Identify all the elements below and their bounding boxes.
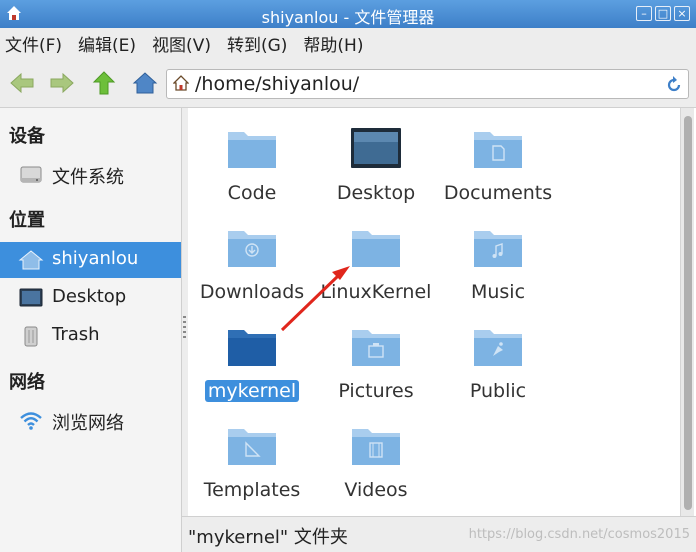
- documents-folder-icon: [474, 132, 522, 168]
- arrow-up-icon: [92, 71, 116, 95]
- file-item-videos[interactable]: Videos: [314, 409, 438, 505]
- file-name: mykernel: [204, 380, 300, 402]
- back-button[interactable]: [8, 69, 36, 97]
- up-button[interactable]: [90, 69, 118, 97]
- location-path[interactable]: /home/shiyanlou/: [195, 73, 359, 95]
- maximize-button[interactable]: □: [655, 6, 671, 21]
- menu-file[interactable]: 文件(F): [5, 31, 62, 56]
- file-item-desktop[interactable]: Desktop: [314, 112, 438, 208]
- music-folder-icon: [474, 231, 522, 267]
- sidebar-item-label: Trash: [52, 324, 100, 345]
- menu-go[interactable]: 转到(G): [227, 31, 287, 56]
- title-bar[interactable]: shiyanlou - 文件管理器 – □ ×: [0, 0, 696, 28]
- sidebar-item-trash[interactable]: Trash: [0, 318, 181, 354]
- file-name: Desktop: [336, 182, 416, 204]
- folder-icon: [352, 231, 400, 267]
- desktop-icon: [19, 288, 43, 307]
- menu-view[interactable]: 视图(V): [152, 31, 211, 56]
- file-item-mykernel[interactable]: mykernel: [190, 310, 314, 406]
- folder-icon: [228, 330, 276, 366]
- watermark: https://blog.csdn.net/cosmos2015: [468, 527, 690, 542]
- file-name: Templates: [203, 479, 301, 501]
- file-name: Documents: [443, 182, 553, 204]
- sidebar-item-label: shiyanlou: [52, 248, 139, 269]
- pictures-folder-icon: [352, 330, 400, 366]
- splitter-grip[interactable]: [183, 316, 186, 340]
- arrow-right-icon: [50, 72, 74, 94]
- vertical-scrollbar[interactable]: [680, 108, 694, 516]
- sidebar-item-label: 文件系统: [52, 167, 124, 188]
- sidebar-heading-places: 位置: [9, 210, 45, 231]
- home-icon: [132, 72, 158, 94]
- drive-icon: [20, 166, 42, 183]
- minimize-button[interactable]: –: [636, 6, 652, 21]
- sidebar-item-label: 浏览网络: [52, 413, 124, 434]
- file-name: Public: [469, 380, 527, 402]
- folder-icon: [228, 132, 276, 168]
- status-bar: "mykernel" 文件夹 https://blog.csdn.net/cos…: [182, 516, 696, 552]
- file-item-public[interactable]: Public: [436, 310, 560, 406]
- home-icon: [18, 250, 44, 270]
- menu-bar: 文件(F) 编辑(E) 视图(V) 转到(G) 帮助(H): [0, 28, 696, 58]
- sidebar-item-label: Desktop: [52, 286, 127, 307]
- location-bar[interactable]: /home/shiyanlou/: [166, 69, 689, 99]
- trash-icon: [24, 326, 38, 347]
- file-item-pictures[interactable]: Pictures: [314, 310, 438, 406]
- sidebar-heading-devices: 设备: [9, 126, 45, 147]
- file-item-linuxkernel[interactable]: LinuxKernel: [314, 211, 438, 307]
- forward-button[interactable]: [48, 69, 76, 97]
- status-text: "mykernel" 文件夹: [188, 527, 348, 548]
- file-view[interactable]: Code Desktop Documents Downloads LinuxKe…: [188, 108, 680, 516]
- toolbar: /home/shiyanlou/: [0, 58, 696, 108]
- file-name: Downloads: [199, 281, 305, 303]
- close-button[interactable]: ×: [674, 6, 690, 21]
- file-name: Videos: [344, 479, 408, 501]
- file-item-documents[interactable]: Documents: [436, 112, 560, 208]
- file-item-downloads[interactable]: Downloads: [190, 211, 314, 307]
- home-icon: [173, 75, 189, 91]
- downloads-folder-icon: [228, 231, 276, 267]
- sidebar-item-shiyanlou[interactable]: shiyanlou: [0, 242, 181, 278]
- sidebar-item-filesystem[interactable]: 文件系统: [0, 157, 181, 193]
- sidebar-item-desktop[interactable]: Desktop: [0, 280, 181, 316]
- desktop-folder-icon: [351, 128, 401, 168]
- reload-icon[interactable]: [666, 75, 682, 93]
- home-button[interactable]: [131, 69, 159, 97]
- public-folder-icon: [474, 330, 522, 366]
- sidebar: 设备 文件系统 位置 shiyanlou Desktop Trash 网络 浏览…: [0, 108, 182, 552]
- wifi-icon: [20, 412, 42, 430]
- menu-help[interactable]: 帮助(H): [303, 31, 363, 56]
- file-item-code[interactable]: Code: [190, 112, 314, 208]
- videos-folder-icon: [352, 429, 400, 465]
- file-item-music[interactable]: Music: [436, 211, 560, 307]
- file-name: LinuxKernel: [320, 281, 432, 303]
- arrow-left-icon: [10, 72, 34, 94]
- menu-edit[interactable]: 编辑(E): [78, 31, 136, 56]
- file-name: Pictures: [338, 380, 414, 402]
- sidebar-item-browse-network[interactable]: 浏览网络: [0, 403, 181, 439]
- file-item-templates[interactable]: Templates: [190, 409, 314, 505]
- scrollbar-thumb[interactable]: [684, 116, 692, 510]
- sidebar-heading-network: 网络: [9, 372, 45, 393]
- window-title: shiyanlou - 文件管理器: [261, 8, 435, 27]
- file-name: Music: [470, 281, 526, 303]
- file-name: Code: [227, 182, 277, 204]
- templates-folder-icon: [228, 429, 276, 465]
